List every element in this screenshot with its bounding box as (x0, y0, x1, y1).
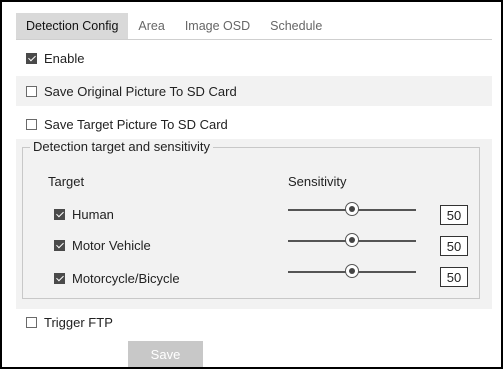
tab-area[interactable]: Area (128, 13, 174, 39)
motor-vehicle-checkbox[interactable] (54, 239, 65, 251)
human-checkbox[interactable] (54, 208, 65, 220)
motor-vehicle-label: Motor Vehicle (72, 237, 151, 253)
tab-bar: Detection Config Area Image OSD Schedule (16, 13, 332, 39)
target-row-human: Human (54, 204, 114, 224)
tab-image-osd[interactable]: Image OSD (175, 13, 260, 39)
motorcycle-bicycle-sensitivity-value[interactable]: 50 (440, 267, 468, 287)
save-original-label: Save Original Picture To SD Card (44, 83, 237, 99)
tab-schedule[interactable]: Schedule (260, 13, 332, 39)
human-sensitivity-slider[interactable] (288, 202, 416, 218)
detection-group-legend: Detection target and sensitivity (30, 139, 214, 154)
save-button[interactable]: Save (128, 341, 203, 367)
enable-label: Enable (44, 50, 85, 66)
motor-vehicle-sensitivity-value[interactable]: 50 (440, 236, 468, 256)
human-label: Human (72, 206, 114, 222)
enable-checkbox[interactable] (26, 52, 37, 64)
target-row-motorcycle-bicycle: Motorcycle/Bicycle (54, 268, 180, 288)
motorcycle-bicycle-sensitivity-slider[interactable] (288, 264, 416, 280)
motor-vehicle-sensitivity-slider[interactable] (288, 233, 416, 249)
trigger-ftp-checkbox[interactable] (26, 316, 37, 328)
save-target-row: Save Target Picture To SD Card (16, 109, 492, 139)
trigger-ftp-row: Trigger FTP (16, 307, 492, 337)
motorcycle-bicycle-checkbox[interactable] (54, 272, 65, 284)
sensitivity-column-header: Sensitivity (288, 174, 347, 189)
slider-thumb[interactable] (345, 233, 359, 247)
save-original-row: Save Original Picture To SD Card (16, 76, 492, 106)
slider-thumb[interactable] (345, 264, 359, 278)
human-sensitivity-value[interactable]: 50 (440, 205, 468, 225)
slider-thumb[interactable] (345, 202, 359, 216)
save-original-checkbox[interactable] (26, 85, 37, 97)
tab-detection-config[interactable]: Detection Config (16, 13, 129, 39)
target-row-motor-vehicle: Motor Vehicle (54, 235, 151, 255)
detection-config-panel: Detection Config Area Image OSD Schedule… (0, 0, 503, 369)
motorcycle-bicycle-label: Motorcycle/Bicycle (72, 270, 180, 286)
target-column-header: Target (48, 174, 85, 189)
enable-row: Enable (16, 43, 492, 73)
save-target-checkbox[interactable] (26, 118, 37, 130)
trigger-ftp-label: Trigger FTP (44, 314, 113, 330)
tab-divider (16, 39, 492, 40)
save-target-label: Save Target Picture To SD Card (44, 116, 228, 132)
